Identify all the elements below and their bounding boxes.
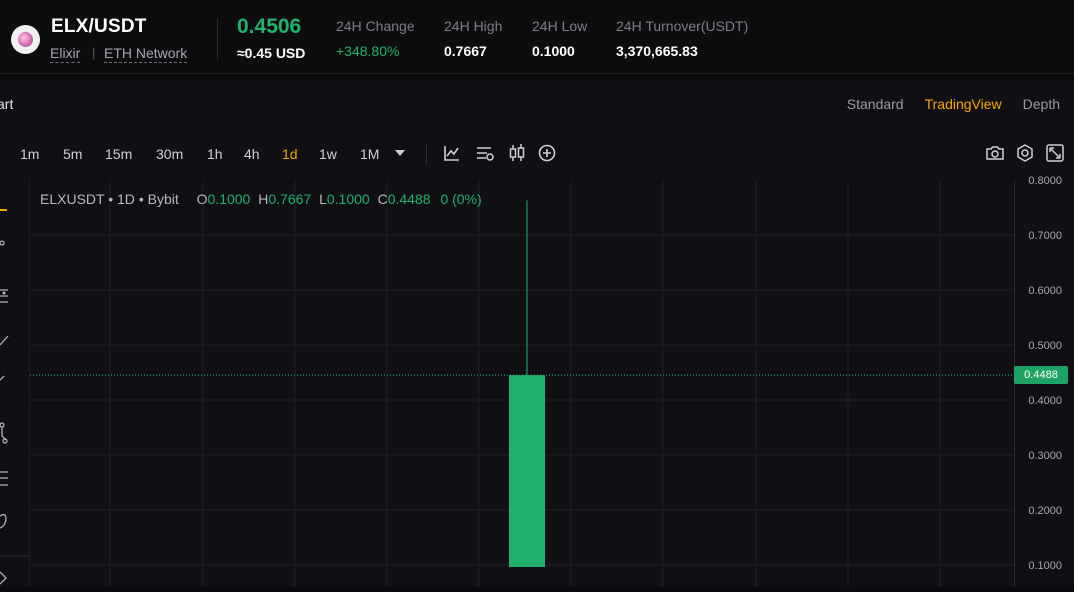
usd-equivalent: ≈0.45 USD [237, 45, 306, 61]
axis-tick: 0.3000 [1028, 450, 1062, 462]
candlestick-icon[interactable] [507, 143, 527, 163]
trading-pair-title[interactable]: ELX/USDT [51, 16, 147, 38]
legend-high: 0.7667 [268, 191, 312, 207]
stat-24h-change-value: +348.80% [336, 43, 400, 59]
candle-body [509, 375, 545, 567]
header-divider [217, 18, 218, 60]
add-circle-icon[interactable] [537, 143, 557, 163]
stat-24h-turnover-value: 3,370,665.83 [616, 43, 698, 59]
legend-change: 0 (0%) [440, 191, 482, 207]
stat-24h-turnover-label: 24H Turnover(USDT) [616, 18, 749, 34]
stat-24h-low-label: 24H Low [532, 18, 588, 34]
timeframe-1d[interactable]: 1d [282, 146, 298, 162]
ticker-header: ELX/USDT Elixir | ETH Network 0.4506 ≈0.… [0, 0, 1074, 74]
legend-low: 0.1000 [326, 191, 370, 207]
timeframe-1h[interactable]: 1h [207, 146, 223, 162]
axis-tick: 0.2000 [1028, 505, 1062, 517]
network-link[interactable]: ETH Network [104, 45, 188, 63]
tab-standard[interactable]: Standard [847, 96, 904, 112]
elixir-logo-icon [11, 25, 40, 54]
stat-24h-high-label: 24H High [444, 18, 503, 34]
stat-24h-change-label: 24H Change [336, 18, 415, 34]
legend-o-label: O [196, 191, 208, 207]
legend-close: 0.4488 [387, 191, 431, 207]
timeframe-1m[interactable]: 1m [20, 146, 39, 162]
current-price-tag: 0.4488 [1014, 366, 1068, 385]
subtitle-separator: | [92, 45, 96, 60]
camera-icon[interactable] [985, 143, 1005, 163]
timeframe-30m[interactable]: 30m [156, 146, 183, 162]
drawing-tools-icons[interactable] [0, 180, 30, 587]
chart-settings-icon[interactable] [475, 143, 495, 163]
price-chart[interactable] [30, 180, 1013, 587]
panel-title: art [0, 96, 14, 112]
timeframe-4h[interactable]: 4h [244, 146, 260, 162]
tab-depth[interactable]: Depth [1023, 96, 1060, 112]
project-name-link[interactable]: Elixir [50, 45, 81, 63]
caret-down-icon[interactable] [392, 146, 408, 160]
legend-exchange: Bybit [147, 191, 179, 207]
toolbar-divider [426, 144, 427, 164]
legend-c-label: C [377, 191, 388, 207]
axis-tick: 0.4000 [1028, 395, 1062, 407]
stat-24h-low-value: 0.1000 [532, 43, 575, 59]
timeframe-1w[interactable]: 1w [319, 146, 337, 162]
legend-open: 0.1000 [207, 191, 251, 207]
timeframe-15m[interactable]: 15m [105, 146, 132, 162]
timeframe-5m[interactable]: 5m [63, 146, 82, 162]
axis-tick: 0.5000 [1028, 340, 1062, 352]
timeframe-1M[interactable]: 1M [360, 146, 379, 162]
stat-24h-high-value: 0.7667 [444, 43, 487, 59]
legend-l-label: L [319, 191, 327, 207]
legend-symbol: ELXUSDT [40, 191, 105, 207]
indicator-chart-icon[interactable] [442, 143, 462, 163]
axis-tick: 0.1000 [1028, 560, 1062, 572]
legend-h-label: H [258, 191, 269, 207]
tab-tradingview[interactable]: TradingView [925, 96, 1002, 112]
view-tabs: Standard TradingView Depth [847, 96, 1060, 112]
axis-tick: 0.7000 [1028, 230, 1062, 242]
legend-interval: 1D [117, 191, 135, 207]
axis-tick: 0.8000 [1028, 175, 1062, 187]
drawing-toolbar [0, 180, 30, 587]
gear-hex-icon[interactable] [1015, 143, 1035, 163]
fullscreen-icon[interactable] [1045, 143, 1065, 163]
axis-tick: 0.6000 [1028, 285, 1062, 297]
last-price: 0.4506 [237, 15, 302, 38]
chart-legend: ELXUSDT • 1D • Bybit O0.1000 H0.7667 L0.… [40, 191, 482, 207]
